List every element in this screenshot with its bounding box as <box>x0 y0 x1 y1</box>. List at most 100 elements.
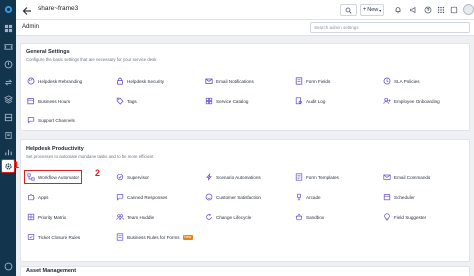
channels-icon <box>27 116 35 124</box>
reports-icon[interactable] <box>2 146 14 158</box>
settings-item-helpdesk-rebranding[interactable]: Helpdesk Rebranding <box>27 76 82 86</box>
page-title: Admin <box>22 24 40 30</box>
settings-item-arcade[interactable]: Arcade <box>295 192 321 202</box>
item-label: Email Commands <box>394 174 431 180</box>
settings-item-team-huddle[interactable]: Team Huddle <box>116 212 154 222</box>
email-command-icon <box>383 173 391 181</box>
item-label: Email Notifications <box>216 78 254 84</box>
admin-settings-search-input[interactable]: Search admin settings <box>310 22 470 33</box>
left-nav-sidebar <box>0 0 16 276</box>
cycle-icon <box>205 213 213 221</box>
top-bar: share~frame3 + New ▾ <box>16 0 474 20</box>
settings-item-priority-matrix[interactable]: Priority Matrix <box>27 212 66 222</box>
section-title: Helpdesk Productivity <box>26 146 84 152</box>
section-title: General Settings <box>26 49 70 55</box>
settings-item-supervisor[interactable]: Supervisor <box>116 172 149 182</box>
item-label: Business Hours <box>38 98 71 104</box>
settings-item-service-catalog[interactable]: Service Catalog <box>205 96 248 106</box>
matrix-icon <box>27 213 35 221</box>
changes-icon[interactable] <box>2 76 14 88</box>
settings-item-sandbox[interactable]: Sandbox <box>295 212 324 222</box>
new-badge: New <box>182 234 193 240</box>
settings-item-email-notifications[interactable]: Email Notifications <box>205 76 254 86</box>
asset-management-card: Asset Management <box>20 266 470 276</box>
item-label: Scenario Automations <box>216 174 261 180</box>
settings-item-field-suggester[interactable]: Field Suggester <box>383 212 426 222</box>
settings-item-apps[interactable]: Apps <box>27 192 48 202</box>
smiley-icon <box>205 193 213 201</box>
item-label: Supervisor <box>127 174 149 180</box>
apps-icon[interactable] <box>449 5 459 15</box>
global-search-button[interactable] <box>340 4 357 16</box>
calendar-icon <box>383 193 391 201</box>
callout-number-2: 2 <box>95 168 101 178</box>
item-label: Workflow Automator <box>38 174 80 180</box>
settings-item-change-lifecycle[interactable]: Change Lifecycle <box>205 212 251 222</box>
settings-item-form-fields[interactable]: Form Fields <box>295 76 330 86</box>
item-label: Service Catalog <box>216 98 249 104</box>
settings-item-support-channels[interactable]: Support Channels <box>27 115 75 125</box>
settings-item-business-rules-for-forms[interactable]: Business Rules for Forms New <box>116 232 193 242</box>
problems-icon[interactable] <box>2 58 14 70</box>
helpdesk-productivity-card: Helpdesk Productivity Set processes to a… <box>20 139 470 262</box>
settings-item-customer-satisfaction[interactable]: Customer Satisfaction <box>205 192 261 202</box>
back-arrow-icon[interactable] <box>21 4 33 16</box>
app-grid-icon[interactable] <box>436 5 446 15</box>
dashboard-icon[interactable] <box>2 22 14 34</box>
releases-icon[interactable] <box>2 93 14 105</box>
item-label: Tags <box>127 98 137 104</box>
item-label: Apps <box>38 194 49 200</box>
form-icon <box>295 77 303 85</box>
supervisor-icon <box>116 173 124 181</box>
admin-settings-icon[interactable] <box>1 159 15 173</box>
item-label: Arcade <box>306 194 321 200</box>
lightning-icon <box>205 173 213 181</box>
admin-header-bar: Admin Search admin settings <box>16 20 474 36</box>
settings-item-scheduler[interactable]: Scheduler <box>383 192 415 202</box>
item-label: Form Fields <box>306 78 331 84</box>
notifications-icon[interactable] <box>393 5 403 15</box>
section-title: Asset Management <box>26 268 77 274</box>
chat-bubble-icon <box>116 193 124 201</box>
workflow-icon <box>27 173 35 181</box>
team-icon <box>116 213 124 221</box>
tickets-icon[interactable] <box>2 40 14 52</box>
bulb-icon <box>383 213 391 221</box>
new-button[interactable]: + New ▾ <box>360 4 384 16</box>
settings-item-employee-onboarding[interactable]: Employee Onboarding <box>383 96 440 106</box>
callout-number-1: 1 <box>14 160 20 170</box>
item-label: Helpdesk Rebranding <box>38 78 83 84</box>
help-icon[interactable] <box>423 5 433 15</box>
logo-icon[interactable] <box>2 3 14 15</box>
settings-item-audit-log[interactable]: Audit Log <box>295 96 325 106</box>
user-avatar[interactable] <box>463 4 474 15</box>
settings-item-tags[interactable]: Tags <box>116 96 137 106</box>
item-label: Audit Log <box>306 98 326 104</box>
catalog-icon <box>205 97 213 105</box>
workspace-title: share~frame3 <box>38 5 79 12</box>
section-subtitle: Set processes to automate mundane tasks … <box>26 154 154 159</box>
solutions-icon[interactable] <box>2 129 14 141</box>
settings-item-email-commands[interactable]: Email Commands <box>383 172 430 182</box>
settings-item-canned-responses[interactable]: Canned Responses <box>116 192 167 202</box>
item-label: Helpdesk Security <box>127 78 165 84</box>
envelope-icon <box>205 77 213 85</box>
clock-icon <box>383 77 391 85</box>
settings-item-workflow-automator[interactable]: Workflow Automator <box>24 170 83 184</box>
assets-icon[interactable] <box>2 111 14 123</box>
item-label: Ticket Closure Rules <box>38 234 81 240</box>
settings-item-scenario-automations[interactable]: Scenario Automations <box>205 172 261 182</box>
item-label: Employee Onboarding <box>394 98 440 104</box>
calendar-clock-icon <box>27 97 35 105</box>
help-icon[interactable] <box>2 260 14 272</box>
settings-item-form-templates[interactable]: Form Templates <box>295 172 339 182</box>
rules-icon <box>116 233 124 241</box>
plus-icon: + <box>362 7 367 13</box>
settings-item-business-hours[interactable]: Business Hours <box>27 96 70 106</box>
settings-item-ticket-closure-rules[interactable]: Ticket Closure Rules <box>27 232 80 242</box>
settings-item-sla-policies[interactable]: SLA Policies <box>383 76 420 86</box>
announcement-icon[interactable] <box>408 5 418 15</box>
search-icon <box>345 7 352 14</box>
puzzle-icon <box>27 193 35 201</box>
settings-item-helpdesk-security[interactable]: Helpdesk Security <box>116 76 164 86</box>
